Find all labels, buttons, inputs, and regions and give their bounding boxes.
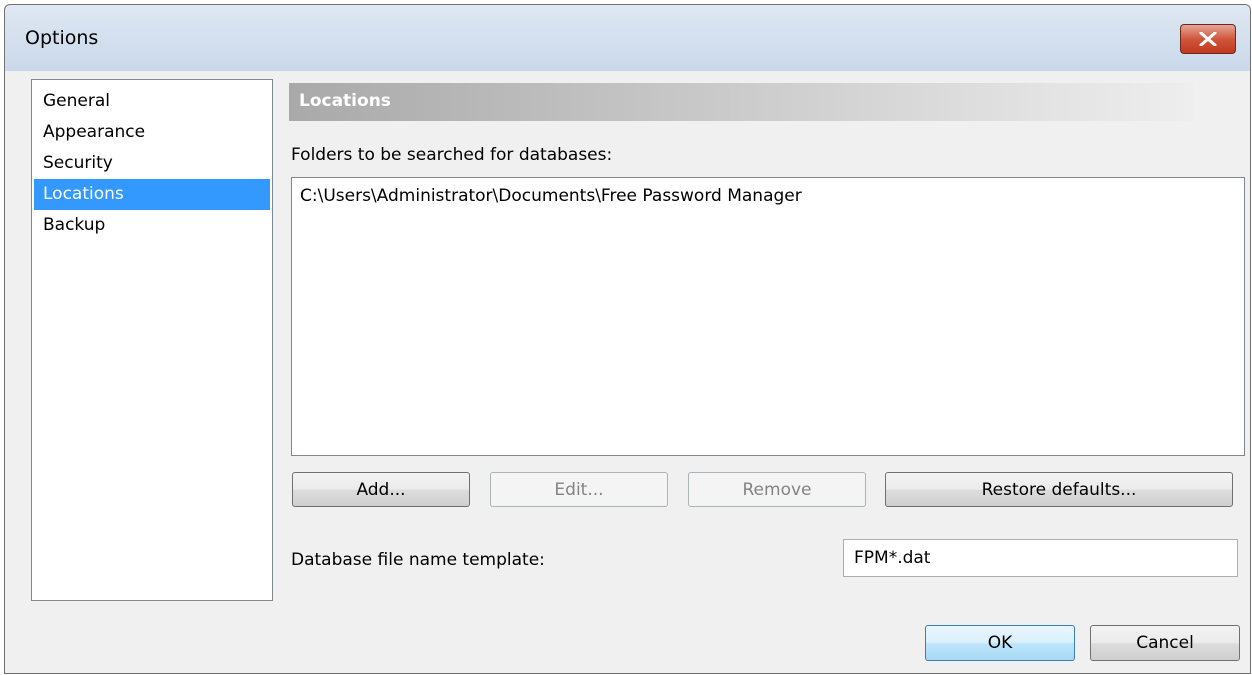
edit-button: Edit... <box>490 472 668 507</box>
nav-item-backup[interactable]: Backup <box>34 210 270 241</box>
category-list: General Appearance Security Locations Ba… <box>31 79 273 601</box>
section-title: Locations <box>299 91 391 111</box>
add-button[interactable]: Add... <box>292 472 470 507</box>
nav-item-appearance[interactable]: Appearance <box>34 117 270 148</box>
folders-label: Folders to be searched for databases: <box>291 145 613 165</box>
remove-button: Remove <box>688 472 866 507</box>
nav-item-security[interactable]: Security <box>34 148 270 179</box>
window-title: Options <box>25 27 99 49</box>
close-icon <box>1199 32 1217 46</box>
dialog-body: General Appearance Security Locations Ba… <box>11 71 1245 673</box>
options-dialog: Options General Appearance Security Loca… <box>4 4 1251 674</box>
nav-item-general[interactable]: General <box>34 86 270 117</box>
nav-item-locations[interactable]: Locations <box>34 179 270 210</box>
title-bar[interactable]: Options <box>5 5 1250 71</box>
folders-list[interactable]: C:\Users\Administrator\Documents\Free Pa… <box>291 177 1245 456</box>
cancel-button[interactable]: Cancel <box>1090 625 1240 661</box>
template-input[interactable] <box>843 539 1238 577</box>
ok-button[interactable]: OK <box>925 625 1075 661</box>
template-label: Database file name template: <box>291 550 545 570</box>
restore-defaults-button[interactable]: Restore defaults... <box>885 472 1233 507</box>
section-header: Locations <box>289 83 1193 121</box>
close-button[interactable] <box>1180 24 1236 54</box>
list-item[interactable]: C:\Users\Administrator\Documents\Free Pa… <box>300 186 802 206</box>
